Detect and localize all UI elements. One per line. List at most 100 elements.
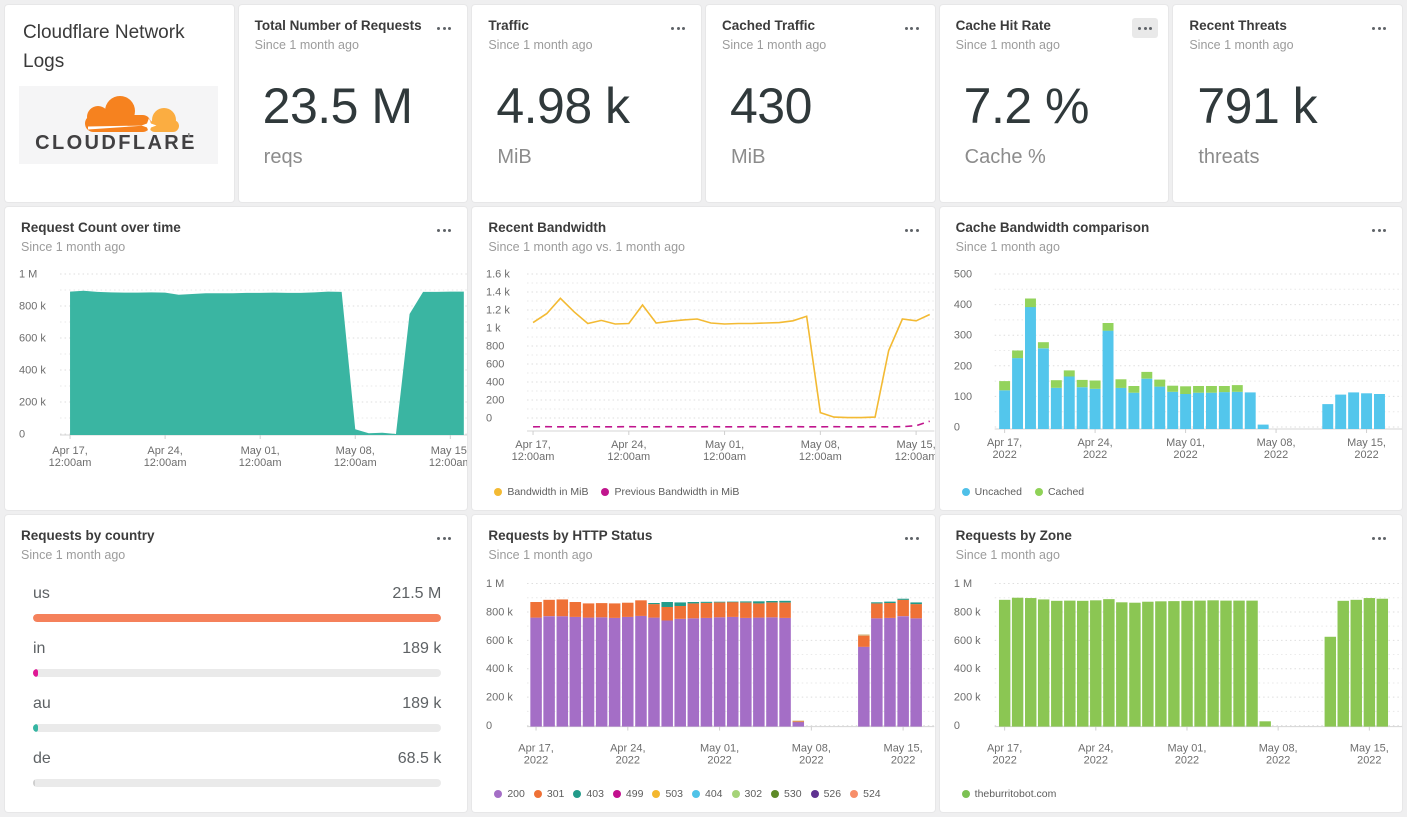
panel-menu-icon[interactable] — [1366, 18, 1392, 38]
legend-item[interactable]: 403 — [573, 788, 604, 800]
svg-text:2022: 2022 — [1264, 449, 1288, 461]
svg-text:12:00am: 12:00am — [895, 451, 935, 463]
svg-text:2022: 2022 — [1354, 449, 1378, 461]
svg-text:2022: 2022 — [1083, 449, 1107, 461]
svg-text:1 M: 1 M — [954, 578, 972, 590]
svg-text:600 k: 600 k — [954, 635, 981, 647]
panel-menu-icon[interactable] — [431, 528, 457, 548]
panel-menu-icon[interactable] — [899, 220, 925, 240]
panel-menu-icon[interactable] — [1366, 528, 1392, 548]
svg-text:12:00am: 12:00am — [49, 457, 92, 469]
svg-text:May 15,: May 15, — [431, 445, 468, 457]
cloudflare-logo-svg: CLOUDFLARE — [35, 96, 197, 154]
svg-text:600 k: 600 k — [19, 333, 46, 345]
country-bar-track — [33, 779, 442, 787]
legend-item[interactable]: 301 — [533, 788, 564, 800]
panel-menu-icon[interactable] — [431, 220, 457, 240]
svg-text:May 08,: May 08, — [336, 445, 375, 457]
panel-menu-icon[interactable] — [1132, 18, 1159, 38]
legend-dot — [961, 790, 970, 798]
panel-subtitle: Since 1 month ago — [955, 547, 1060, 562]
country-bar — [33, 669, 38, 677]
svg-text:1 M: 1 M — [19, 269, 37, 281]
brand-card: Cloudflare Network Logs CLOUDFLARE — [5, 5, 234, 202]
svg-text:12:00am: 12:00am — [239, 457, 282, 469]
svg-text:2022: 2022 — [524, 754, 548, 766]
legend-dot — [850, 790, 859, 798]
country-value: 68.5 k — [397, 750, 442, 767]
legend-item[interactable]: Cached — [1034, 486, 1084, 498]
svg-text:May 08,: May 08, — [1258, 742, 1297, 754]
legend-item[interactable]: Previous Bandwidth in MiB — [601, 486, 739, 498]
legend-dot — [573, 790, 582, 798]
svg-text:2022: 2022 — [891, 754, 915, 766]
panel-http-status: Requests by HTTP Status Since 1 month ag… — [472, 515, 935, 812]
country-row: us 21.5 M — [33, 585, 442, 640]
svg-text:Apr 17,: Apr 17, — [987, 437, 1022, 449]
legend-item[interactable]: theburritobot.com — [961, 788, 1056, 800]
svg-text:2022: 2022 — [1083, 754, 1107, 766]
country-row: de 68.5 k — [33, 750, 442, 805]
card-title: Cache Hit Rate — [955, 18, 1051, 33]
svg-text:400 k: 400 k — [954, 663, 981, 675]
country-bar-track — [33, 724, 442, 732]
panel-menu-icon[interactable] — [899, 528, 925, 548]
svg-text:2022: 2022 — [616, 754, 640, 766]
legend-item[interactable]: Bandwidth in MiB — [494, 486, 588, 498]
card-subtitle: Since 1 month ago — [254, 37, 359, 52]
svg-text:Apr 17,: Apr 17, — [519, 742, 554, 754]
card-subtitle: Since 1 month ago — [955, 37, 1060, 52]
stat-value: 7.2 % — [963, 78, 1090, 134]
svg-text:200 k: 200 k — [486, 692, 513, 704]
panel-menu-icon[interactable] — [431, 18, 457, 38]
legend-item[interactable]: 524 — [850, 788, 881, 800]
svg-text:May 08,: May 08, — [792, 742, 831, 754]
legend-item[interactable]: 530 — [771, 788, 802, 800]
svg-text:May 08,: May 08, — [1256, 437, 1295, 449]
legend-item[interactable]: 526 — [810, 788, 841, 800]
panel-recent-bandwidth: Recent Bandwidth Since 1 month ago vs. 1… — [472, 207, 935, 510]
legend-item[interactable]: 302 — [731, 788, 762, 800]
cloudflare-wordmark: CLOUDFLARE — [35, 132, 197, 154]
panel-title: Request Count over time — [21, 220, 181, 235]
svg-text:400: 400 — [486, 377, 504, 389]
panel-menu-icon[interactable] — [1366, 220, 1392, 240]
stat-value: 791 k — [1197, 78, 1318, 134]
svg-text:600: 600 — [486, 359, 504, 371]
svg-text:12:00am: 12:00am — [608, 451, 651, 463]
panel-menu-icon[interactable] — [665, 18, 691, 38]
svg-text:12:00am: 12:00am — [703, 451, 746, 463]
svg-text:12:00am: 12:00am — [429, 457, 467, 469]
legend-item[interactable]: Uncached — [961, 486, 1022, 498]
svg-text:May 01,: May 01, — [700, 742, 739, 754]
panel-request-count: Request Count over time Since 1 month ag… — [5, 207, 468, 510]
svg-text:400 k: 400 k — [486, 663, 513, 675]
svg-text:Apr 24,: Apr 24, — [1078, 742, 1113, 754]
panel-menu-icon[interactable] — [899, 18, 925, 38]
panel-title: Requests by Zone — [955, 528, 1072, 543]
svg-text:May 08,: May 08, — [801, 439, 840, 451]
legend-dot — [961, 488, 970, 496]
legend-dot — [601, 488, 610, 496]
page-title: Cloudflare Network Logs — [23, 22, 185, 73]
chart-legend: theburritobot.com — [961, 788, 1070, 800]
svg-text:1 k: 1 k — [486, 323, 501, 335]
svg-text:0: 0 — [954, 421, 960, 433]
svg-text:Apr 17,: Apr 17, — [987, 742, 1022, 754]
legend-item[interactable]: 404 — [691, 788, 723, 800]
svg-text:12:00am: 12:00am — [799, 451, 842, 463]
legend-item[interactable]: 200 — [494, 788, 525, 800]
legend-item[interactable]: 503 — [652, 788, 683, 800]
svg-text:1.4 k: 1.4 k — [486, 287, 510, 299]
panel-title: Recent Bandwidth — [488, 220, 607, 235]
svg-text:Apr 24,: Apr 24, — [1077, 437, 1112, 449]
svg-text:2022: 2022 — [1173, 449, 1197, 461]
country-bar — [33, 724, 38, 732]
card-title: Cached Traffic — [722, 18, 816, 33]
country-bar — [33, 779, 35, 787]
svg-text:2022: 2022 — [992, 449, 1016, 461]
svg-text:200: 200 — [954, 360, 972, 372]
stat-unit: reqs — [263, 146, 303, 168]
legend-dot — [533, 790, 542, 798]
legend-item[interactable]: 499 — [612, 788, 643, 800]
